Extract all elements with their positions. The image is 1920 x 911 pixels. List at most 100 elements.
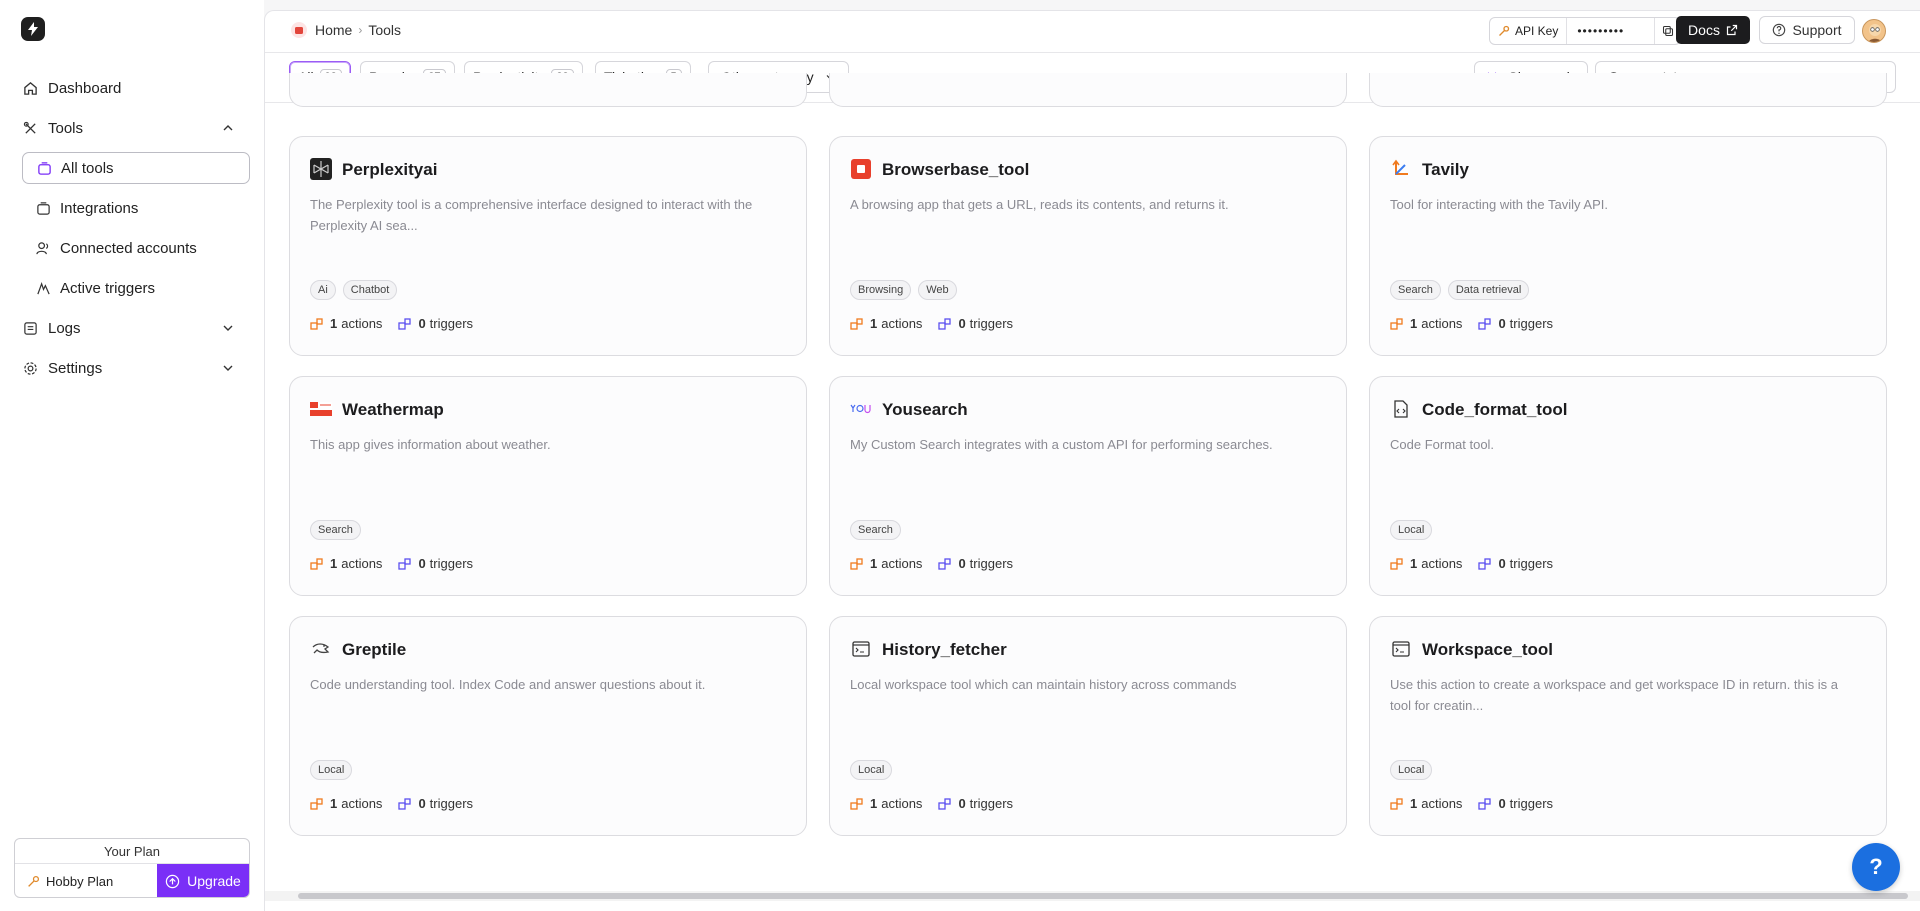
- sidebar-subitem-active-triggers[interactable]: Active triggers: [22, 272, 250, 304]
- tool-card-weathermap[interactable]: Weathermap This app gives information ab…: [289, 376, 807, 596]
- triggers-stat: 0 triggers: [398, 556, 473, 571]
- card-tag: Search: [1390, 280, 1441, 300]
- upgrade-label: Upgrade: [187, 873, 241, 889]
- terminal-icon: [1390, 638, 1412, 660]
- triggers-stat: 0 triggers: [1478, 316, 1553, 331]
- sidebar-subitem-label: All tools: [61, 159, 114, 177]
- tools-icon: [22, 120, 38, 136]
- triggers-stat: 0 triggers: [938, 556, 1013, 571]
- actions-label: actions: [1421, 556, 1463, 571]
- tool-card-workspace[interactable]: Workspace_tool Use this action to create…: [1369, 616, 1887, 836]
- bolt-icon: [28, 22, 38, 36]
- actions-count: 1: [870, 556, 878, 571]
- horizontal-scrollbar[interactable]: [265, 891, 1920, 901]
- docs-button[interactable]: Docs: [1676, 16, 1750, 44]
- triggers-count: 0: [1498, 316, 1506, 331]
- tool-card-browserbase[interactable]: Browserbase_tool A browsing app that get…: [829, 136, 1347, 356]
- actions-label: actions: [881, 316, 923, 331]
- card-description: Code understanding tool. Index Code and …: [310, 677, 706, 692]
- help-button[interactable]: ?: [1852, 843, 1900, 891]
- triggers-icon: [398, 797, 412, 811]
- triggers-icon: [398, 557, 412, 571]
- sidebar-item-logs[interactable]: Logs: [22, 311, 236, 345]
- app-home-icon: [291, 22, 307, 38]
- sidebar-item-tools[interactable]: Tools: [22, 111, 236, 145]
- tool-card-tavily[interactable]: Tavily Tool for interacting with the Tav…: [1369, 136, 1887, 356]
- actions-icon: [310, 317, 324, 331]
- actions-count: 1: [330, 796, 338, 811]
- sidebar-subitem-integrations[interactable]: Integrations: [22, 192, 250, 224]
- tool-card-yousearch[interactable]: Yousearch My Custom Search integrates wi…: [829, 376, 1347, 596]
- card-description: Code Format tool.: [1390, 437, 1495, 452]
- app-logo[interactable]: [21, 17, 45, 41]
- chevron-down-icon[interactable]: [220, 320, 236, 336]
- sidebar-subitem-all-tools[interactable]: All tools: [22, 152, 250, 184]
- actions-label: actions: [341, 316, 383, 331]
- logs-icon: [22, 320, 38, 336]
- sidebar-item-dashboard[interactable]: Dashboard: [22, 71, 121, 105]
- triggers-icon: [938, 317, 952, 331]
- tool-card-perplexityai[interactable]: Perplexityai The Perplexity tool is a co…: [289, 136, 807, 356]
- breadcrumb-tools: Tools: [368, 22, 402, 38]
- tool-card-history-fetcher[interactable]: History_fetcher Local workspace tool whi…: [829, 616, 1347, 836]
- card-partial[interactable]: [829, 73, 1347, 107]
- chevron-down-icon[interactable]: [220, 360, 236, 376]
- sidebar-subitem-label: Integrations: [60, 199, 139, 217]
- upgrade-button[interactable]: Upgrade: [157, 864, 249, 897]
- card-description: The Perplexity tool is a comprehensive i…: [310, 197, 753, 233]
- scrollbar-thumb[interactable]: [298, 893, 1908, 899]
- triggers-label: triggers: [429, 796, 474, 811]
- triggers-stat: 0 triggers: [1478, 556, 1553, 571]
- card-tag: Search: [310, 520, 361, 540]
- sidebar: Dashboard Tools All tools Integrations C…: [0, 0, 264, 911]
- triggers-count: 0: [1498, 556, 1506, 571]
- triggers-count: 0: [958, 316, 966, 331]
- card-tag: Ai: [310, 280, 336, 300]
- card-tag: Data retrieval: [1447, 280, 1530, 300]
- users-icon: [36, 241, 51, 256]
- plan-box: Your Plan Hobby Plan Upgrade: [14, 838, 250, 898]
- terminal-icon: [850, 638, 872, 660]
- trigger-icon: [36, 281, 51, 296]
- card-title: Tavily: [1422, 160, 1469, 179]
- sidebar-item-label: Settings: [48, 359, 103, 377]
- tool-card-code-format[interactable]: Code_format_tool Code Format tool. Local…: [1369, 376, 1887, 596]
- sidebar-item-settings[interactable]: Settings: [22, 351, 236, 385]
- card-title: Workspace_tool: [1422, 640, 1554, 659]
- perplexity-logo-icon: [310, 158, 332, 180]
- triggers-count: 0: [418, 556, 426, 571]
- card-tag: Browsing: [850, 280, 912, 300]
- actions-icon: [310, 557, 324, 571]
- triggers-label: triggers: [969, 316, 1014, 331]
- breadcrumb: Home › Tools: [291, 22, 401, 38]
- tavily-logo-icon: [1390, 158, 1412, 180]
- actions-icon: [1390, 557, 1404, 571]
- avatar[interactable]: [1862, 19, 1886, 43]
- actions-label: actions: [881, 796, 923, 811]
- actions-count: 1: [1410, 796, 1418, 811]
- card-partial[interactable]: [289, 73, 807, 107]
- support-button[interactable]: Support: [1759, 16, 1855, 44]
- card-tag: Web: [918, 280, 957, 300]
- triggers-icon: [938, 557, 952, 571]
- sidebar-subitem-label: Active triggers: [60, 279, 156, 297]
- triggers-stat: 0 triggers: [938, 796, 1013, 811]
- tool-card-greptile[interactable]: Greptile Code understanding tool. Index …: [289, 616, 807, 836]
- actions-label: actions: [881, 556, 923, 571]
- sidebar-subitem-connected-accounts[interactable]: Connected accounts: [22, 232, 250, 264]
- breadcrumb-home[interactable]: Home: [315, 22, 352, 38]
- actions-count: 1: [870, 796, 878, 811]
- triggers-count: 0: [1498, 796, 1506, 811]
- triggers-label: triggers: [429, 316, 474, 331]
- actions-stat: 1 actions: [1390, 316, 1462, 331]
- card-description: Use this action to create a workspace an…: [1390, 677, 1838, 713]
- actions-stat: 1 actions: [310, 556, 382, 571]
- sidebar-item-label: Logs: [48, 319, 81, 337]
- card-partial[interactable]: [1369, 73, 1887, 107]
- triggers-stat: 0 triggers: [938, 316, 1013, 331]
- actions-label: actions: [1421, 796, 1463, 811]
- support-label: Support: [1792, 22, 1842, 38]
- card-title: Code_format_tool: [1422, 400, 1568, 419]
- chevron-up-icon[interactable]: [220, 120, 236, 136]
- actions-stat: 1 actions: [1390, 796, 1462, 811]
